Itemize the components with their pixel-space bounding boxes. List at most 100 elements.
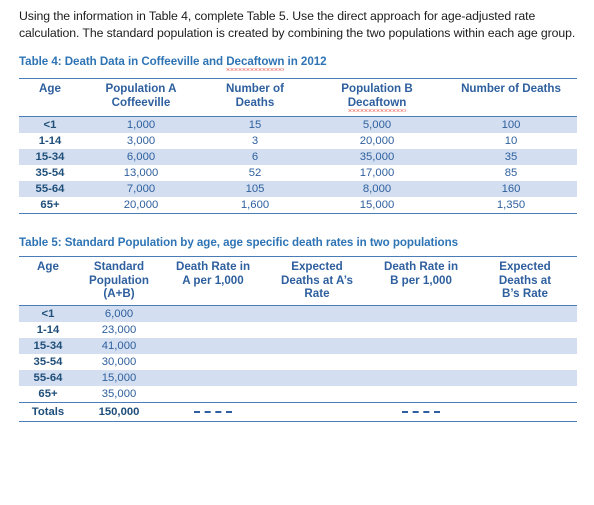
table4-col-population-b: Population B Decaftown bbox=[309, 78, 445, 117]
table5-cell-expected-deaths-b[interactable] bbox=[473, 305, 577, 322]
table5-col-expected-deaths-b-line1: Expected bbox=[499, 260, 551, 273]
table-row: 55-64 15,000 bbox=[19, 369, 577, 386]
table5-col-expected-deaths-a-line2: Deaths at A’s bbox=[281, 273, 353, 287]
table5-col-expected-deaths-b-line3: B’s Rate bbox=[502, 287, 548, 300]
table5-cell-death-rate-b[interactable] bbox=[369, 354, 473, 370]
table5-col-expected-deaths-b: Expected Deaths at B’s Rate bbox=[473, 256, 577, 306]
table5-cell-standard-population: 30,000 bbox=[101, 355, 137, 368]
table4-cell-age: <1 bbox=[19, 116, 81, 133]
table5-caption: Table 5: Standard Population by age, age… bbox=[19, 236, 458, 249]
table5-cell-death-rate-b[interactable] bbox=[369, 305, 473, 322]
table4-cell-deaths-a: 15 bbox=[201, 116, 309, 133]
table4-col-age: Age bbox=[19, 78, 81, 117]
table5-totals-expected-deaths-a[interactable] bbox=[265, 401, 369, 422]
table5-col-death-rate-a: Death Rate in A per 1,000 bbox=[161, 256, 265, 306]
dashed-placeholder-icon bbox=[402, 410, 440, 413]
table5-col-death-rate-b-line1: Death Rate in bbox=[383, 260, 459, 273]
table4-cell-pop-a: 13,000 bbox=[123, 167, 159, 179]
table4-cell-age: 15-34 bbox=[19, 149, 81, 165]
table4-cell-age: 55-64 bbox=[19, 181, 81, 197]
table-row: <1 6,000 bbox=[19, 305, 577, 322]
table4-cell-deaths-a: 3 bbox=[251, 135, 259, 147]
table4-cell-pop-a: 1,000 bbox=[81, 116, 201, 133]
table4-cell-deaths-b: 35 bbox=[445, 149, 577, 165]
table5-cell-standard-population: 6,000 bbox=[77, 305, 161, 322]
table4-col-deaths-b-line1: Number of Deaths bbox=[461, 82, 561, 95]
table4-col-population-a-line2: Coffeeville bbox=[111, 95, 171, 109]
table4-caption: Table 4: Death Data in Coffeeville and D… bbox=[19, 55, 577, 71]
table5-cell-expected-deaths-b[interactable] bbox=[473, 337, 577, 354]
table5-cell-death-rate-b[interactable] bbox=[369, 369, 473, 386]
table4-cell-deaths-b: 10 bbox=[504, 135, 518, 147]
table-row: 1-14 3,000 3 20,000 10 bbox=[19, 133, 577, 149]
table-row: 35-54 30,000 bbox=[19, 354, 577, 370]
table5-cell-age: <1 bbox=[19, 305, 77, 322]
table5-cell-age: 35-54 bbox=[33, 355, 63, 368]
dashed-placeholder-icon bbox=[194, 410, 232, 413]
table5-col-expected-deaths-b-line2: Deaths at bbox=[498, 273, 552, 287]
table5-cell-expected-deaths-b[interactable] bbox=[473, 354, 577, 370]
table5-cell-expected-deaths-a[interactable] bbox=[265, 354, 369, 370]
table5-cell-expected-deaths-b[interactable] bbox=[473, 369, 577, 386]
table-row: 1-14 23,000 bbox=[19, 322, 577, 338]
table5-cell-expected-deaths-b[interactable] bbox=[473, 386, 577, 403]
table5-cell-expected-deaths-a[interactable] bbox=[265, 337, 369, 354]
table5-cell-death-rate-b[interactable] bbox=[369, 322, 473, 338]
table5-col-age: Age bbox=[19, 256, 77, 306]
table5-cell-death-rate-b[interactable] bbox=[369, 386, 473, 403]
table4-header-row: Age Population A Coffeeville Number of D… bbox=[19, 78, 577, 117]
table5-header-row: Age Standard Population (A+B) Death Rate… bbox=[19, 256, 577, 306]
table4-caption-suffix: in 2012 bbox=[284, 55, 327, 68]
table4-cell-deaths-b: 100 bbox=[445, 116, 577, 133]
table5-cell-expected-deaths-a[interactable] bbox=[265, 305, 369, 322]
table-row: 15-34 41,000 bbox=[19, 337, 577, 354]
table5-col-standard-population-line2: Population bbox=[89, 273, 149, 287]
table5-cell-expected-deaths-a[interactable] bbox=[265, 322, 369, 338]
table4-col-population-b-line1: Population B bbox=[341, 82, 413, 95]
table4-cell-deaths-a: 6 bbox=[201, 149, 309, 165]
intro-paragraph: Using the information in Table 4, comple… bbox=[19, 9, 576, 40]
table4-col-deaths-a-line1: Number of bbox=[226, 82, 284, 95]
table4-cell-age: 1-14 bbox=[38, 135, 62, 147]
table5-cell-death-rate-a[interactable] bbox=[161, 322, 265, 338]
table5-totals-label: Totals bbox=[19, 401, 77, 422]
table4-col-age-line1: Age bbox=[39, 82, 61, 95]
table5-col-standard-population-line1: Standard bbox=[93, 260, 145, 273]
table-row: 65+ 20,000 1,600 15,000 1,350 bbox=[19, 197, 577, 214]
table5-cell-expected-deaths-a[interactable] bbox=[265, 386, 369, 403]
table4-cell-deaths-a: 1,600 bbox=[201, 197, 309, 214]
table5-col-death-rate-b-line2: B per 1,000 bbox=[390, 273, 452, 287]
table4-col-deaths-a-line2: Deaths bbox=[235, 95, 275, 109]
table5-cell-death-rate-b[interactable] bbox=[369, 337, 473, 354]
table5-cell-death-rate-a[interactable] bbox=[161, 305, 265, 322]
table4-cell-deaths-b: 160 bbox=[445, 181, 577, 197]
table4-col-population-a-line1: Population A bbox=[105, 82, 177, 95]
table4-caption-misspelled-word: Decaftown bbox=[226, 55, 284, 71]
table5-col-standard-population-line3: (A+B) bbox=[103, 287, 135, 300]
table5-cell-death-rate-a[interactable] bbox=[161, 386, 265, 403]
table5-cell-death-rate-a[interactable] bbox=[161, 337, 265, 354]
table5-cell-expected-deaths-b[interactable] bbox=[473, 322, 577, 338]
table4-col-population-b-line2: Decaftown bbox=[347, 95, 407, 113]
table-row: 35-54 13,000 52 17,000 85 bbox=[19, 165, 577, 181]
table5-cell-death-rate-a[interactable] bbox=[161, 354, 265, 370]
table4-cell-age: 65+ bbox=[19, 197, 81, 214]
worksheet-page: Using the information in Table 4, comple… bbox=[0, 0, 594, 422]
table4-cell-deaths-a: 52 bbox=[248, 167, 262, 179]
table4-cell-deaths-b: 1,350 bbox=[445, 197, 577, 214]
table5-cell-age: 55-64 bbox=[19, 369, 77, 386]
table4-col-deaths-a: Number of Deaths bbox=[201, 78, 309, 117]
table4-col-population-a: Population A Coffeeville bbox=[81, 78, 201, 117]
table-row: 65+ 35,000 bbox=[19, 386, 577, 403]
table5-totals-expected-deaths-b[interactable] bbox=[473, 401, 577, 422]
table5-cell-death-rate-a[interactable] bbox=[161, 369, 265, 386]
table5-cell-expected-deaths-a[interactable] bbox=[265, 369, 369, 386]
table4-cell-deaths-b: 85 bbox=[504, 167, 518, 179]
table4-cell-pop-a: 6,000 bbox=[81, 149, 201, 165]
table5-cell-age: 15-34 bbox=[19, 337, 77, 354]
table5-cell-standard-population: 15,000 bbox=[77, 369, 161, 386]
table4-cell-pop-a: 3,000 bbox=[126, 135, 156, 147]
table5-totals-row: Totals 150,000 bbox=[19, 401, 577, 422]
table4-death-data: Age Population A Coffeeville Number of D… bbox=[19, 78, 577, 214]
